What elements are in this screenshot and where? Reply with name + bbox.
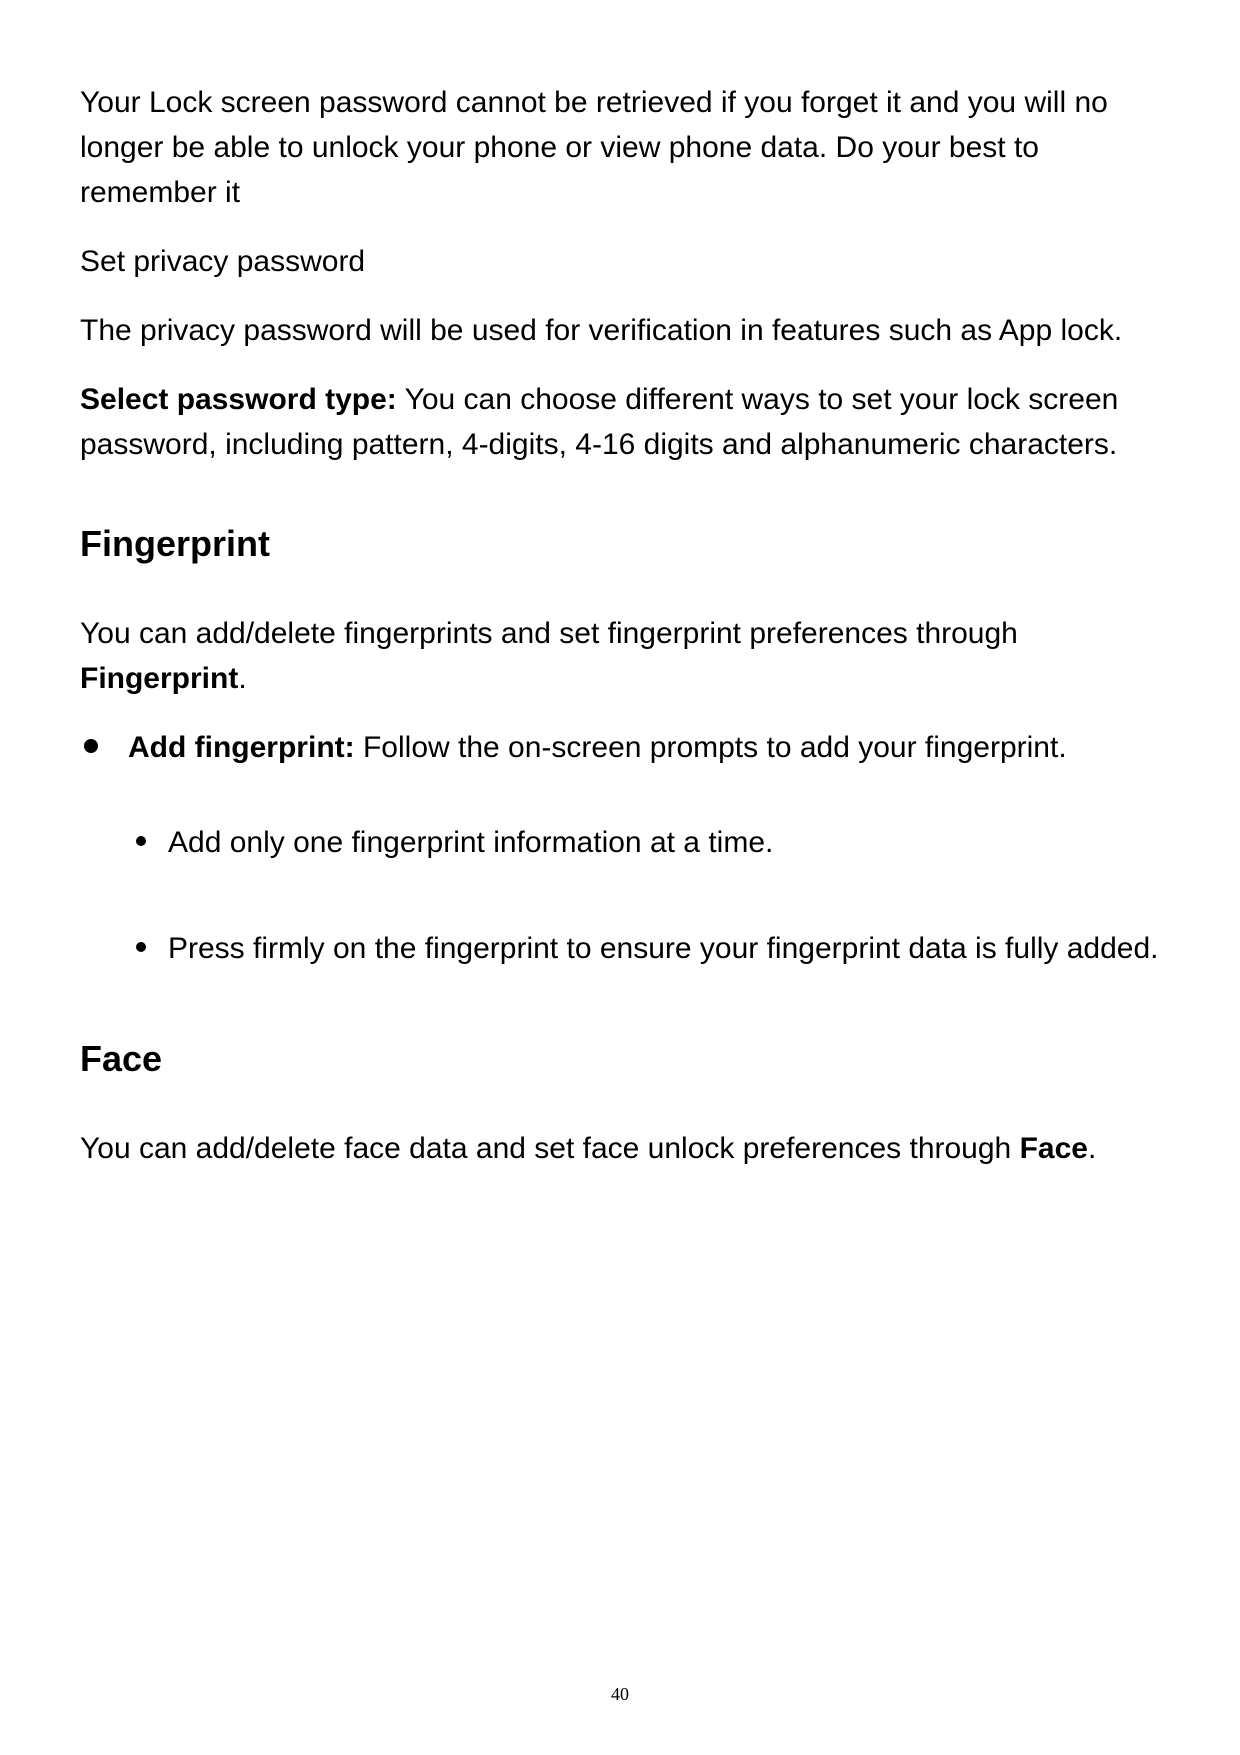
select-password-type-text: Select password type: You can choose dif… [80, 377, 1160, 467]
sub-bullet-item: Add only one fingerprint information at … [128, 810, 1160, 876]
face-desc-bold: Face [1020, 1132, 1088, 1165]
intro-warning-text: Your Lock screen password cannot be retr… [80, 80, 1160, 215]
fingerprint-sub-bullets: Add only one fingerprint information at … [128, 810, 1160, 982]
select-password-type-label: Select password type: [80, 383, 397, 416]
sub-bullet-item: Press firmly on the fingerprint to ensur… [128, 916, 1160, 982]
add-fingerprint-bullet: Add fingerprint: Follow the on-screen pr… [80, 725, 1160, 982]
face-desc-part1: You can add/delete face data and set fac… [80, 1132, 1020, 1165]
set-privacy-password-text: Set privacy password [80, 239, 1160, 284]
fingerprint-desc-text: You can add/delete fingerprints and set … [80, 611, 1160, 701]
page-number: 40 [611, 1684, 629, 1705]
add-fingerprint-desc: Follow the on-screen prompts to add your… [355, 731, 1067, 764]
face-heading: Face [80, 1032, 1160, 1086]
fingerprint-desc-bold: Fingerprint [80, 662, 238, 695]
face-desc-part2: . [1088, 1132, 1096, 1165]
page-content: Your Lock screen password cannot be retr… [80, 80, 1160, 1171]
add-fingerprint-label: Add fingerprint: [128, 731, 355, 764]
face-desc-text: You can add/delete face data and set fac… [80, 1126, 1160, 1171]
fingerprint-desc-part1: You can add/delete fingerprints and set … [80, 617, 1018, 650]
fingerprint-desc-part2: . [238, 662, 246, 695]
privacy-password-desc-text: The privacy password will be used for ve… [80, 308, 1160, 353]
fingerprint-bullet-list: Add fingerprint: Follow the on-screen pr… [80, 725, 1160, 982]
fingerprint-heading: Fingerprint [80, 517, 1160, 571]
